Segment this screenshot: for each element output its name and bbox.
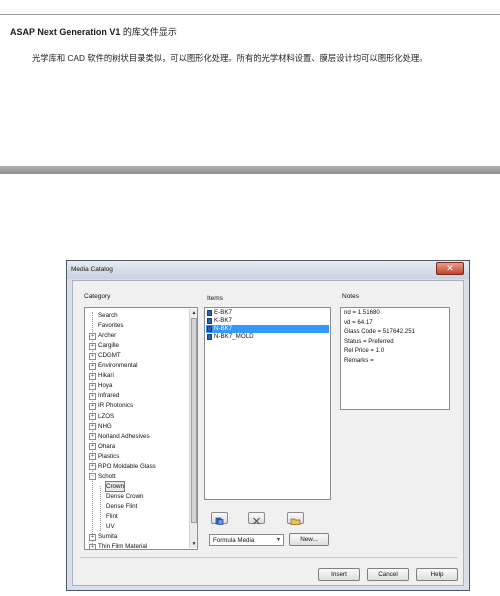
tree-expander-icon[interactable]: + (89, 392, 96, 400)
glass-item-label: E-BK7 (214, 309, 232, 316)
delete-button[interactable] (248, 512, 265, 525)
copy-icon (215, 517, 224, 525)
media-type-dropdown[interactable]: Formula Media ▼ (209, 534, 284, 546)
tree-item-uv[interactable]: UV (106, 522, 115, 531)
glass-item-label: N-BK7 (214, 325, 233, 332)
dialog-title: Media Catalog (71, 266, 113, 273)
note-line: Status = Preferred (344, 337, 394, 345)
close-icon: ✕ (446, 263, 454, 273)
tree-item-rpo-moldable-glass[interactable]: RPO Moldable Glass (98, 462, 156, 471)
notes-panel: nd = 1.51680 νd = 64.17 Glass Code = 51764… (340, 307, 450, 410)
media-type-value: Formula Media (213, 537, 255, 544)
tree-item-lzos[interactable]: LZOS (98, 412, 114, 421)
tree-expander-icon[interactable]: + (89, 443, 96, 451)
tree-expander-icon[interactable]: + (89, 362, 96, 370)
footer-separator (80, 557, 458, 558)
tree-item-environmental[interactable]: Environmental (98, 361, 138, 370)
help-button[interactable]: Help (416, 568, 458, 581)
items-label: Items (207, 295, 223, 302)
glass-material-icon (207, 326, 212, 332)
tree-item-hikari[interactable]: Hikari (98, 371, 114, 380)
tree-expander-icon[interactable]: + (89, 533, 96, 541)
items-list[interactable]: E-BK7 K-BK7 N-BK7 N-BK7_MOLD (204, 307, 331, 500)
tree-item-infrared[interactable]: Infrared (98, 391, 119, 400)
tree-item-crown[interactable]: Crown (105, 480, 125, 492)
section-divider-band (0, 166, 500, 174)
category-tree[interactable]: Search Favorites + Archer + Cargille + CDGMT + En… (84, 307, 198, 550)
scroll-up-icon[interactable]: ▲ (190, 309, 197, 317)
note-line: Remarks = (344, 357, 374, 364)
close-button[interactable]: ✕ (436, 262, 464, 275)
folder-icon (290, 518, 301, 525)
tree-expander-icon[interactable]: + (89, 413, 96, 420)
media-catalog-dialog: Media Catalog ✕ Category Items Notes Sea… (66, 260, 470, 591)
top-rule (0, 14, 500, 15)
tree-item-cargille[interactable]: Cargille (98, 341, 119, 350)
tree-item-norland-adhesives[interactable]: Norland Adhesives (98, 432, 150, 441)
doc-title: ASAP Next Generation V1 的库文件显示 (10, 25, 177, 38)
tree-item-thin-film-material[interactable]: Thin Film Material (98, 542, 147, 549)
tree-expander-icon[interactable]: + (89, 372, 96, 380)
notes-label: Notes (342, 293, 359, 300)
note-line: νd = 64.17 (344, 318, 373, 326)
open-folder-button[interactable] (287, 512, 304, 525)
tree-item-ohara[interactable]: Ohara (98, 442, 115, 451)
dialog-titlebar[interactable]: Media Catalog ✕ (67, 261, 469, 279)
tree-guide-line-schott (100, 486, 101, 531)
glass-material-icon (207, 334, 212, 340)
scroll-down-icon[interactable]: ▼ (190, 540, 197, 548)
doc-title-bold: ASAP Next Generation V1 (10, 27, 121, 37)
glass-material-icon (207, 310, 212, 316)
tree-expander-icon[interactable]: + (89, 433, 96, 441)
delete-icon (253, 517, 260, 525)
tree-item-dense-flint[interactable]: Dense Flint (106, 502, 137, 511)
tree-item-hoya[interactable]: Hoya (98, 381, 112, 390)
glass-list-item[interactable]: E-BK7 (206, 309, 329, 317)
tree-expander-icon[interactable]: + (89, 402, 96, 410)
tree-expander-icon[interactable]: − (89, 473, 96, 481)
glass-material-icon (207, 318, 212, 324)
tree-item-ir-photonics[interactable]: IR Photonics (98, 401, 133, 410)
tree-item-schott[interactable]: Schott (98, 472, 116, 481)
note-line: nd = 1.51680 (344, 309, 380, 316)
chevron-down-icon: ▼ (276, 537, 281, 543)
tree-expander-icon[interactable]: + (89, 352, 96, 360)
tree-expander-icon[interactable]: + (89, 423, 96, 431)
tree-item-nhg[interactable]: NHG (98, 422, 112, 431)
glass-item-label: K-BK7 (214, 317, 232, 324)
tree-item-search[interactable]: Search (98, 311, 118, 320)
glass-list-item[interactable]: N-BK7 (206, 325, 329, 333)
tree-expander-icon[interactable]: + (89, 453, 96, 461)
tree-item-cdgmt[interactable]: CDGMT (98, 351, 121, 360)
category-label: Category (84, 293, 111, 300)
tree-expander-icon[interactable]: + (89, 543, 96, 549)
insert-button[interactable]: Insert (318, 568, 360, 581)
copy-button[interactable] (211, 512, 228, 525)
doc-body-text: 光学库和 CAD 软件的树状目录类似，可以图形化处理。所有的光学材料设置、膜层设… (32, 53, 428, 63)
tree-item-archer[interactable]: Archer (98, 331, 116, 340)
tree-item-plastics[interactable]: Plastics (98, 452, 119, 461)
scroll-thumb[interactable] (191, 318, 197, 523)
tree-item-sumita[interactable]: Sumita (98, 532, 117, 541)
category-scrollbar[interactable]: ▲ ▼ (189, 309, 197, 548)
tree-item-dense-crown[interactable]: Dense Crown (106, 492, 144, 501)
doc-title-suffix: 的库文件显示 (120, 27, 177, 37)
glass-list-item[interactable]: K-BK7 (206, 317, 329, 325)
cancel-button[interactable]: Cancel (367, 568, 409, 581)
dialog-client-area: Category Items Notes Search Favorites + Arc… (72, 280, 464, 586)
glass-list-item[interactable]: N-BK7_MOLD (206, 333, 329, 341)
note-line: Glass Code = 517642.251 (344, 328, 415, 336)
note-line: Rel Price = 1.0 (344, 347, 385, 355)
tree-item-favorites[interactable]: Favorites (98, 321, 123, 330)
tree-expander-icon[interactable]: + (89, 463, 96, 471)
tree-expander-icon[interactable]: + (89, 332, 96, 340)
new-button[interactable]: New... (289, 533, 329, 546)
glass-item-label: N-BK7_MOLD (214, 333, 254, 340)
tree-expander-icon[interactable]: + (89, 382, 96, 390)
tree-item-flint[interactable]: Flint (106, 512, 118, 521)
tree-expander-icon[interactable]: + (89, 342, 96, 350)
